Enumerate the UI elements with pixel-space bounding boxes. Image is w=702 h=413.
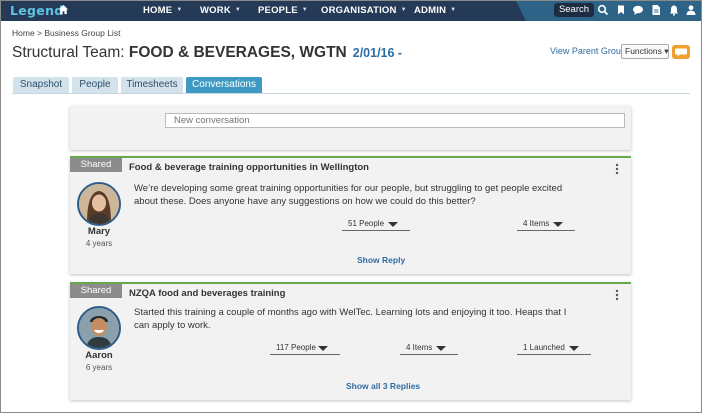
page-title-prefix: Structural Team: xyxy=(12,44,129,61)
people-dropdown[interactable]: 51 People xyxy=(342,219,410,231)
bell-icon[interactable] xyxy=(668,4,680,16)
view-parent-group-link[interactable]: View Parent Group xyxy=(550,46,626,56)
conversation-card: Shared Food & beverage training opportun… xyxy=(70,156,631,274)
document-icon[interactable] xyxy=(650,4,662,16)
chevron-down-icon: ▼ xyxy=(450,7,457,13)
home-icon[interactable] xyxy=(58,4,69,15)
tab-people[interactable]: People xyxy=(72,77,118,93)
items-dropdown-label: 4 Items xyxy=(406,343,433,352)
page-title-name: FOOD & BEVERAGES, WGTN xyxy=(128,44,347,61)
items-dropdown[interactable]: 4 Items xyxy=(517,219,575,231)
kebab-menu-icon[interactable] xyxy=(615,163,619,175)
caret-down-icon xyxy=(318,346,328,351)
post-age: 4 years xyxy=(85,239,113,248)
chevron-down-icon: ▼ xyxy=(400,7,407,13)
caret-down-icon xyxy=(569,346,579,351)
conversation-title[interactable]: NZQA food and beverages training xyxy=(129,288,285,299)
conversation-card: Shared NZQA food and beverages training … xyxy=(70,282,631,400)
conversation-body: Started this training a couple of months… xyxy=(134,307,567,331)
chat-button[interactable] xyxy=(672,45,690,59)
nav-organisation[interactable]: ORGANISATION ▼ xyxy=(321,5,407,16)
app-logo[interactable]: Legend xyxy=(10,3,64,18)
show-reply-link[interactable]: Show Reply xyxy=(357,255,405,265)
kebab-menu-icon[interactable] xyxy=(615,289,619,301)
post-age: 6 years xyxy=(85,363,113,372)
search-button[interactable]: Search xyxy=(554,3,594,17)
new-conversation-input[interactable] xyxy=(165,113,625,128)
caret-down-icon xyxy=(436,346,446,351)
page-title: Structural Team: FOOD & BEVERAGES, WGTN 2… xyxy=(12,44,402,62)
people-dropdown-label: 51 People xyxy=(348,219,385,228)
search-icon[interactable] xyxy=(597,4,609,16)
tab-snapshot[interactable]: Snapshot xyxy=(13,77,69,93)
author-name[interactable]: Mary xyxy=(77,226,121,237)
chat-bubble-icon[interactable] xyxy=(632,4,644,16)
shared-badge: Shared xyxy=(70,284,122,298)
nav-work[interactable]: WORK ▼ xyxy=(200,5,241,16)
author-name[interactable]: Aaron xyxy=(77,350,121,361)
avatar-photo xyxy=(79,184,119,224)
nav-work-label: WORK xyxy=(200,5,231,16)
nav-people-label: PEOPLE xyxy=(258,5,298,16)
caret-down-icon xyxy=(388,222,398,227)
avatar[interactable] xyxy=(77,182,121,226)
launched-dropdown-label: 1 Launched xyxy=(523,343,565,352)
caret-down-icon xyxy=(553,222,563,227)
shared-badge: Shared xyxy=(70,158,122,172)
breadcrumb[interactable]: Home > Business Group List xyxy=(12,28,120,38)
chevron-down-icon: ▼ xyxy=(234,7,242,13)
nav-organisation-label: ORGANISATION xyxy=(321,5,397,16)
user-icon[interactable] xyxy=(685,4,697,16)
chevron-down-icon: ▼ xyxy=(301,7,308,13)
tab-conversations[interactable]: Conversations xyxy=(186,77,262,93)
avatar-photo xyxy=(79,308,119,348)
people-dropdown-label: 117 People xyxy=(276,343,316,352)
nav-home[interactable]: HOME ▼ xyxy=(143,5,182,16)
nav-admin-label: ADMIN xyxy=(414,5,447,16)
avatar[interactable] xyxy=(77,306,121,350)
people-dropdown[interactable]: 117 People xyxy=(270,343,340,355)
chevron-down-icon: ▼ xyxy=(176,7,183,13)
conversation-body: We’re developing some great training opp… xyxy=(134,183,563,207)
items-dropdown[interactable]: 4 Items xyxy=(400,343,458,355)
top-nav-bar: Legend HOME ▼ WORK ▼ PEOPLE ▼ ORGANISATION ▼… xyxy=(1,1,701,21)
launched-dropdown[interactable]: 1 Launched xyxy=(517,343,591,355)
items-dropdown-label: 4 Items xyxy=(523,219,550,228)
nav-home-label: HOME xyxy=(143,5,173,16)
tab-timesheets[interactable]: Timesheets xyxy=(121,77,183,93)
page-title-date: 2/01/16 - xyxy=(352,46,403,60)
chat-icon xyxy=(675,48,687,57)
flag-icon[interactable] xyxy=(615,4,627,16)
new-conversation-panel xyxy=(70,106,631,150)
show-all-replies-link[interactable]: Show all 3 Replies xyxy=(346,381,420,391)
nav-people[interactable]: PEOPLE ▼ xyxy=(258,5,308,16)
tab-divider xyxy=(12,93,690,94)
conversation-title[interactable]: Food & beverage training opportunities i… xyxy=(129,162,369,173)
nav-admin[interactable]: ADMIN ▼ xyxy=(414,5,456,16)
functions-dropdown[interactable]: Functions ▾ xyxy=(621,44,669,59)
